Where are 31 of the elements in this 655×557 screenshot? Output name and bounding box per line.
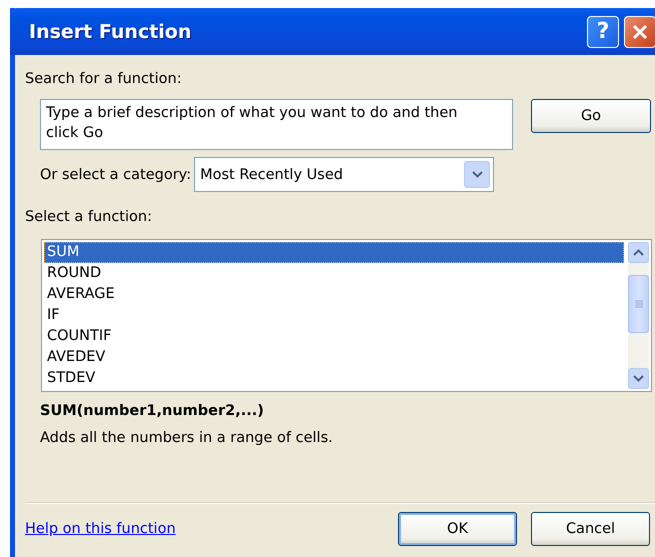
search-label: Search for a function: (25, 70, 182, 89)
scroll-thumb[interactable] (628, 275, 649, 333)
list-item[interactable]: ROUND (44, 263, 624, 284)
help-link[interactable]: Help on this function (25, 521, 398, 537)
list-item[interactable]: STDEV (44, 368, 624, 389)
list-item[interactable]: COUNTIF (44, 326, 624, 347)
dialog-button[interactable]: Cancel (531, 512, 650, 546)
go-button[interactable]: Go (531, 99, 651, 133)
dialog-button[interactable]: OK (398, 512, 517, 546)
scroll-up-button[interactable] (628, 242, 649, 263)
search-field[interactable]: Type a brief description of what you want to do and then click Go (40, 99, 513, 150)
function-signature: SUM(number1,number2,...) (40, 402, 264, 421)
help-button[interactable]: ? (587, 16, 619, 48)
chevron-down-icon (472, 171, 483, 178)
close-icon (631, 22, 649, 40)
function-description: Adds all the numbers in a range of cells. (40, 429, 333, 448)
grip-icon (634, 300, 642, 308)
list-item[interactable]: IF (44, 305, 624, 326)
category-label: Or select a category: (40, 166, 192, 182)
list-item[interactable]: AVERAGE (44, 284, 624, 305)
function-list[interactable]: SUM ROUND AVERAGE IF COUNTIF AVEDEV STDEV (41, 239, 652, 392)
close-button[interactable] (624, 16, 655, 48)
window-title: Insert Function (29, 20, 192, 42)
function-list-label: Select a function: (25, 208, 152, 227)
scrollbar[interactable] (628, 242, 649, 389)
chevron-up-icon (633, 249, 644, 256)
scroll-down-button[interactable] (628, 368, 649, 389)
category-dropdown[interactable]: Most Recently Used (194, 157, 494, 192)
chevron-down-icon (633, 375, 644, 382)
list-item[interactable]: AVEDEV (44, 347, 624, 368)
list-item[interactable]: SUM (44, 242, 624, 263)
